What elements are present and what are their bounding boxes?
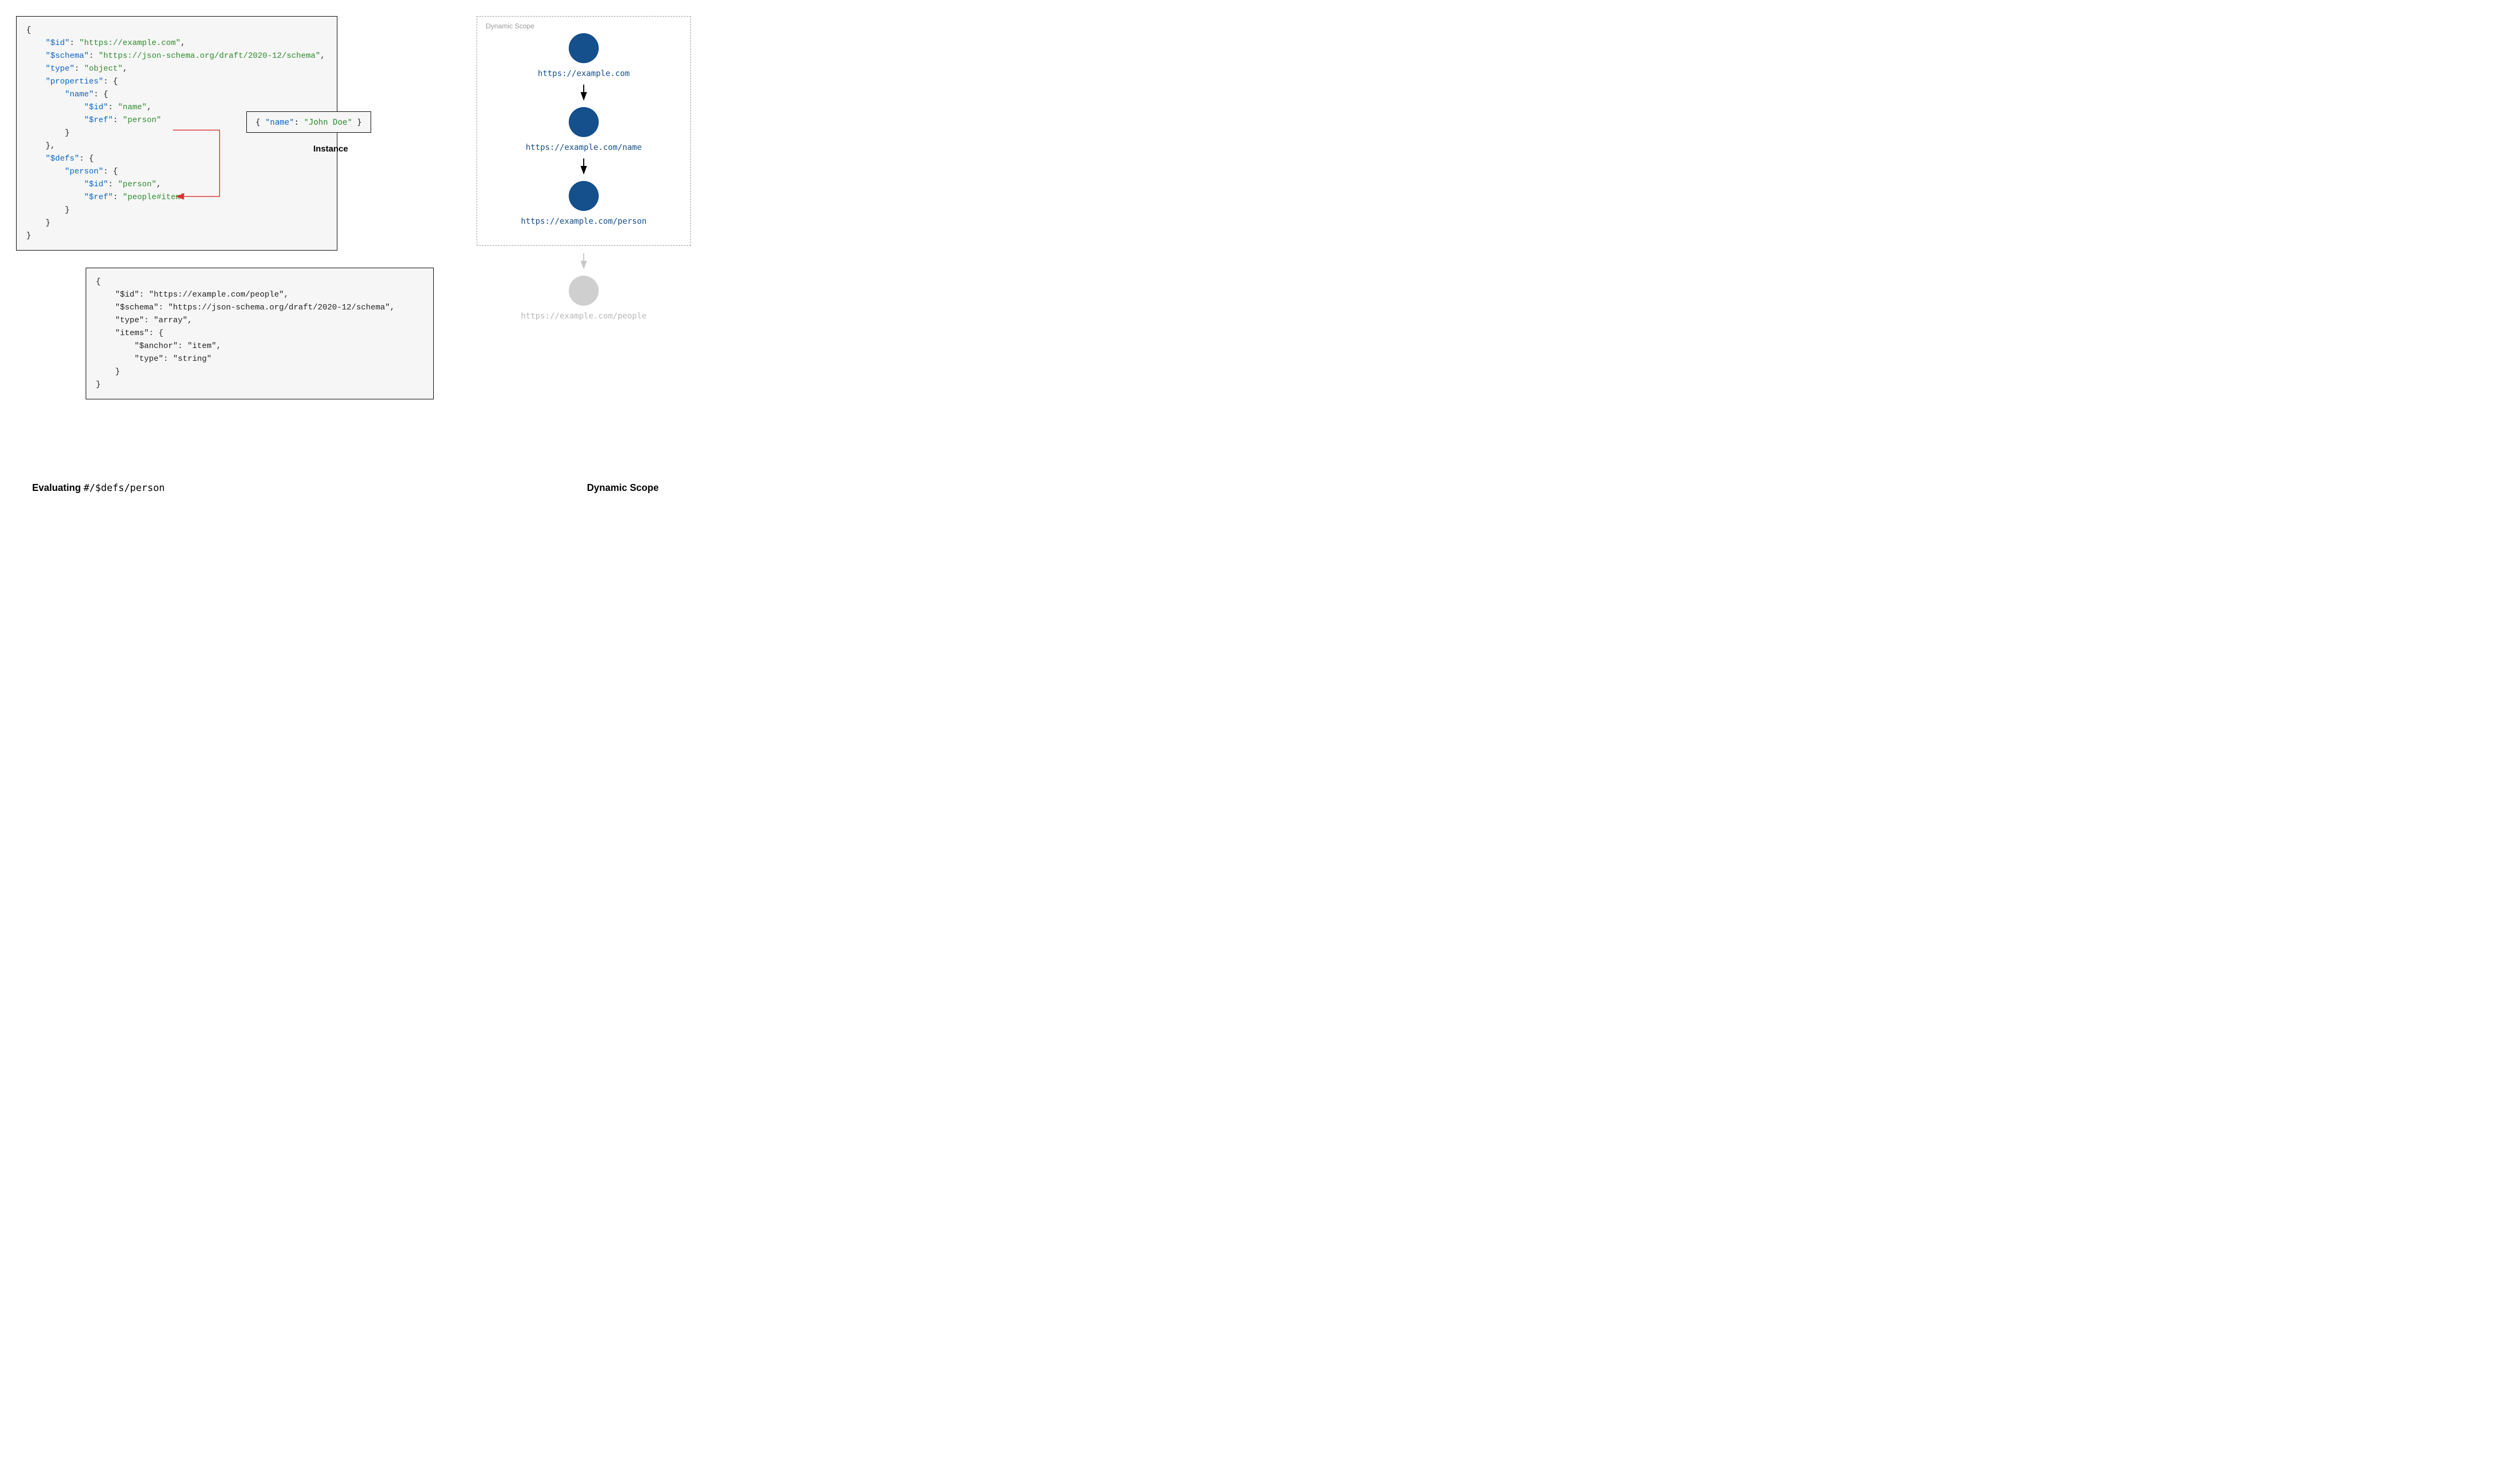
- scope-box-title: Dynamic Scope: [486, 22, 682, 30]
- people-schema-code: { "$id": "https://example.com/people", "…: [86, 268, 434, 399]
- scope-node: [569, 107, 599, 137]
- scope-node-uri: https://example.com: [486, 69, 682, 78]
- left-column: { "$id": "https://example.com", "$schema…: [16, 16, 434, 251]
- dynamic-scope-box: Dynamic Scope https://example.com https:/…: [477, 16, 691, 246]
- arrow-down-icon: [486, 85, 682, 103]
- evaluating-path: #/$defs/person: [84, 482, 165, 494]
- dynamic-scope-caption: Dynamic Scope: [587, 482, 659, 494]
- arrow-down-icon: [477, 253, 691, 271]
- scope-node-outside-uri: https://example.com/people: [477, 311, 691, 321]
- right-column: Dynamic Scope https://example.com https:/…: [477, 16, 691, 327]
- arrow-down-icon: [486, 158, 682, 177]
- scope-node-outside: [569, 276, 599, 306]
- evaluating-caption: Evaluating #/$defs/person: [16, 482, 165, 494]
- instance-code: { "name": "John Doe" }: [246, 111, 371, 133]
- diagram-container: { "$id": "https://example.com", "$schema…: [16, 16, 2501, 327]
- scope-node-uri: https://example.com/name: [486, 142, 682, 152]
- main-schema-code: { "$id": "https://example.com", "$schema…: [16, 16, 337, 251]
- scope-node: [569, 181, 599, 211]
- scope-node-uri: https://example.com/person: [486, 216, 682, 226]
- evaluating-label: Evaluating: [32, 482, 84, 493]
- caption-row: Evaluating #/$defs/person Dynamic Scope: [16, 482, 659, 494]
- outside-scope-node: https://example.com/people: [477, 253, 691, 321]
- scope-node: [569, 33, 599, 63]
- instance-label: Instance: [313, 145, 348, 154]
